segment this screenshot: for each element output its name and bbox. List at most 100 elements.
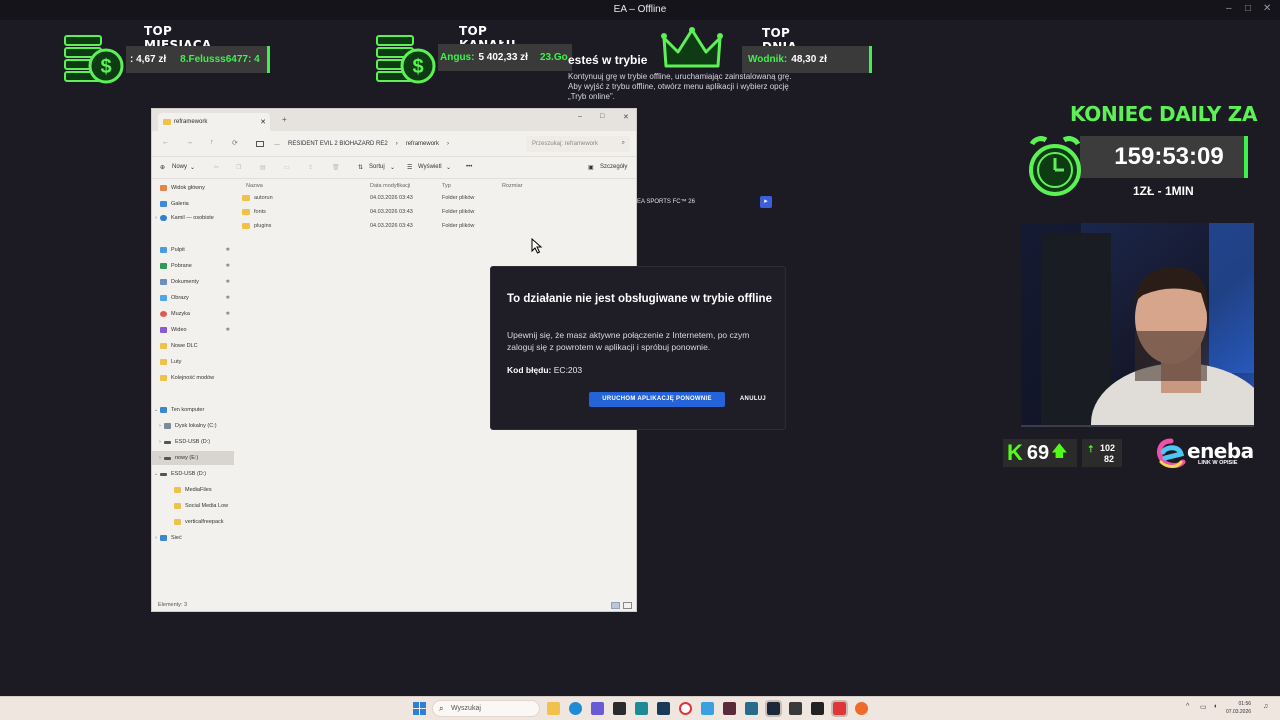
restart-app-button[interactable]: URUCHOM APLIKACJĘ PONOWNIE (589, 392, 725, 407)
explorer-minimize-button[interactable]: – (578, 113, 582, 120)
nav-item-videos[interactable]: Wideo ✱ (152, 323, 234, 337)
sort-button[interactable]: Sortuj (369, 164, 385, 170)
chevron-right-icon[interactable]: › (152, 535, 160, 541)
folder-icon (242, 209, 250, 215)
sort-icon: ⇅ (358, 165, 364, 171)
app-taskbar-icon[interactable] (613, 702, 626, 715)
table-row[interactable]: fonts 04.03.2026 03:43 Folder plików (236, 205, 536, 219)
nav-item-esd-usb-expanded[interactable]: ⌄ ESD-USB (D:) (152, 467, 234, 481)
opera-taskbar-icon[interactable] (679, 702, 692, 715)
chevron-down-icon[interactable]: ⌄ (152, 407, 160, 413)
details-button[interactable]: Szczegóły (600, 164, 627, 170)
nav-label: Nowe DLC (171, 343, 198, 349)
refresh-icon[interactable]: ⟳ (232, 139, 238, 147)
nav-label: Muzyka (171, 311, 190, 317)
folder-icon (160, 375, 167, 381)
explorer-search-input[interactable]: Przeszukaj: reframework ⌕ (526, 136, 630, 152)
cut-icon[interactable]: ✂ (214, 164, 219, 171)
details-view-toggle[interactable] (611, 602, 620, 609)
share-icon[interactable]: ⇪ (308, 164, 313, 171)
nav-item-pictures[interactable]: Obrazy ✱ (152, 291, 234, 305)
cancel-button[interactable]: ANULUJ (733, 392, 773, 407)
table-row[interactable]: plugins 04.03.2026 03:43 Folder plików (236, 219, 536, 233)
chevron-right-icon[interactable]: › (156, 455, 164, 461)
steam-taskbar-icon[interactable] (765, 700, 782, 717)
table-row[interactable]: autorun 04.03.2026 03:43 Folder plików (236, 191, 536, 205)
edge-taskbar-icon[interactable] (569, 702, 582, 715)
chevron-right-icon[interactable]: › (152, 215, 160, 221)
chevron-down-icon[interactable]: ⌄ (152, 471, 160, 477)
more-options-button[interactable]: ••• (466, 164, 472, 170)
nav-item-downloads[interactable]: Pobrane ✱ (152, 259, 234, 273)
up-icon[interactable]: ↑ (210, 139, 214, 146)
delete-icon[interactable]: 🗑 (332, 164, 340, 171)
new-chevron-icon[interactable]: ⌄ (190, 164, 195, 171)
paste-icon[interactable]: ▤ (260, 164, 266, 171)
new-button[interactable]: Nowy (172, 164, 187, 170)
view-chevron-icon[interactable]: ⌄ (446, 164, 451, 171)
nav-item-music[interactable]: Muzyka ✱ (152, 307, 234, 321)
nav-item-local-disk[interactable]: › Dysk lokalny (C:) (152, 419, 234, 433)
vegas-taskbar-icon[interactable] (657, 702, 670, 715)
nav-item-vertical-pack[interactable]: verticalfreepack (152, 515, 234, 529)
view-button[interactable]: Wyświetl (418, 164, 442, 170)
ea-minimize-button[interactable]: – (1226, 3, 1232, 14)
breadcrumb-item-game[interactable]: RESIDENT EVIL 2 BIOHAZARD RE2 (288, 141, 388, 147)
taskbar-search-input[interactable]: ⌕ Wyszukaj (432, 700, 540, 717)
nav-item-documents[interactable]: Dokumenty ✱ (152, 275, 234, 289)
app-taskbar-icon[interactable] (745, 702, 758, 715)
nav-item-network[interactable]: › Sieć (152, 531, 234, 545)
teams-taskbar-icon[interactable] (591, 702, 604, 715)
tiles-view-toggle[interactable] (623, 602, 632, 609)
sort-chevron-icon[interactable]: ⌄ (390, 164, 395, 171)
back-icon[interactable]: ← (162, 139, 169, 146)
file-explorer-taskbar-icon[interactable] (547, 702, 560, 715)
explorer-maximize-button[interactable]: □ (600, 113, 604, 120)
windows-start-icon[interactable] (413, 702, 426, 715)
nav-item-nowy-e[interactable]: › nowy (E:) (152, 451, 234, 465)
breadcrumb[interactable]: … RESIDENT EVIL 2 BIOHAZARD RE2 › refram… (256, 136, 516, 152)
nav-label: Dokumenty (171, 279, 199, 285)
volume-tray-icon[interactable]: ◖ (1213, 703, 1217, 710)
nav-label: Dysk lokalny (C:) (175, 423, 217, 429)
ea-close-button[interactable]: ✕ (1263, 3, 1271, 14)
nav-item-home[interactable]: Widok główny (152, 181, 234, 195)
tray-overflow-icon[interactable]: ^ (1186, 703, 1189, 710)
nav-item-desktop[interactable]: Pulpit ✱ (152, 243, 234, 257)
copy-icon[interactable]: ❐ (236, 164, 241, 171)
ea-taskbar-icon[interactable] (831, 700, 848, 717)
play-icon[interactable]: ▸ (760, 196, 772, 208)
network-tray-icon[interactable]: ▭ (1200, 703, 1207, 711)
app-taskbar-icon[interactable] (701, 702, 714, 715)
top-month-amount: : 4,67 zł (130, 54, 167, 65)
breadcrumb-overflow[interactable]: … (274, 141, 280, 147)
nav-item-social-media[interactable]: Social Media Low (152, 499, 234, 513)
folder-icon (174, 503, 181, 509)
new-tab-button[interactable]: + (282, 115, 287, 124)
nav-item-gallery[interactable]: Galeria (152, 197, 234, 211)
ea-maximize-button[interactable]: □ (1245, 3, 1251, 14)
nav-item-this-pc[interactable]: ⌄ Ten komputer (152, 403, 234, 417)
chevron-right-icon[interactable]: › (156, 439, 164, 445)
ea-game-row[interactable]: EA SPORTS FC™ 26 (637, 194, 777, 210)
app-taskbar-icon[interactable] (855, 702, 868, 715)
nav-item-media-files[interactable]: MediaFiles (152, 483, 234, 497)
app-taskbar-icon[interactable] (723, 702, 736, 715)
tab-close-icon[interactable]: ✕ (260, 118, 266, 126)
explorer-tab[interactable]: reframework ✕ (158, 113, 270, 131)
rename-icon[interactable]: ▭ (284, 164, 290, 171)
explorer-close-button[interactable]: ✕ (623, 113, 629, 121)
notification-bell-icon[interactable]: ♫ (1263, 703, 1268, 710)
nav-item-mod-order[interactable]: Kolejność modów (152, 371, 234, 385)
forward-icon[interactable]: → (186, 139, 193, 146)
taskbar-clock[interactable]: 01:56 07.03.2026 (1226, 700, 1251, 716)
app-taskbar-icon[interactable] (635, 702, 648, 715)
app-taskbar-icon[interactable] (789, 702, 802, 715)
nav-item-luty[interactable]: Luty (152, 355, 234, 369)
breadcrumb-item-reframework[interactable]: reframework (406, 141, 439, 147)
app-taskbar-icon[interactable] (811, 702, 824, 715)
nav-item-esd-usb[interactable]: › ESD-USB (D:) (152, 435, 234, 449)
chevron-right-icon[interactable]: › (156, 423, 164, 429)
nav-item-new-dlc[interactable]: Nowe DLC (152, 339, 234, 353)
nav-item-onedrive[interactable]: › Kamil — osobiste (152, 211, 234, 225)
